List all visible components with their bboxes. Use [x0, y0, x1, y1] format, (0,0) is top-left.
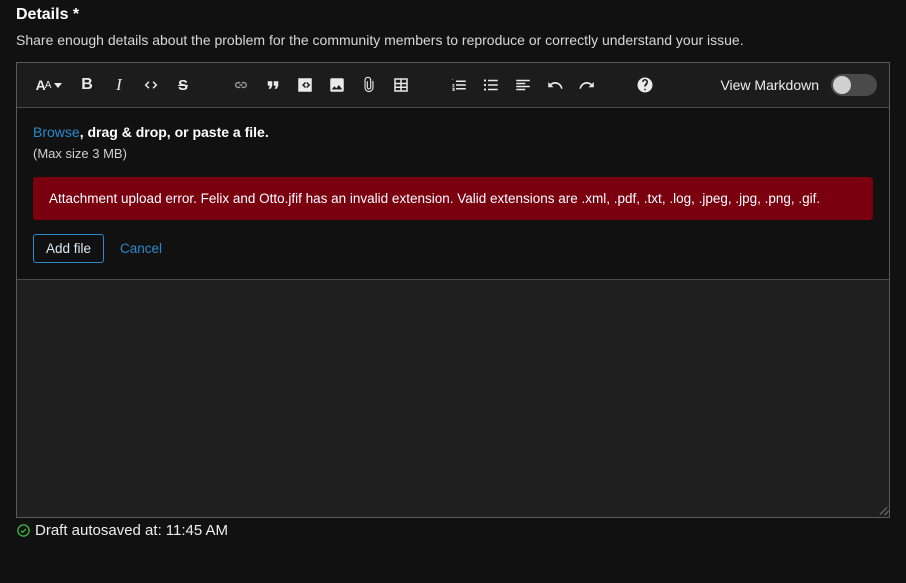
table-icon: [392, 76, 410, 94]
cancel-link[interactable]: Cancel: [120, 241, 162, 256]
resize-handle[interactable]: [875, 503, 887, 515]
link-icon: [232, 76, 250, 94]
link-button[interactable]: [227, 71, 255, 99]
autosave-prefix: Draft autosaved at:: [35, 522, 162, 539]
attachment-zone: Browse, drag & drop, or paste a file. (M…: [17, 108, 889, 280]
redo-icon: [578, 76, 596, 94]
help-button[interactable]: [631, 71, 659, 99]
attachment-button[interactable]: [355, 71, 383, 99]
chevron-down-icon: [54, 83, 62, 88]
section-title: Details *: [16, 6, 890, 24]
browse-link[interactable]: Browse: [33, 124, 80, 140]
autosave-time: 11:45 AM: [166, 522, 228, 539]
paperclip-icon: [360, 76, 378, 94]
code-block-icon: [296, 76, 314, 94]
editor-content-area[interactable]: [17, 280, 889, 517]
align-button[interactable]: [509, 71, 537, 99]
attachment-instructions: Browse, drag & drop, or paste a file.: [33, 124, 873, 140]
ordered-list-icon: [450, 76, 468, 94]
unordered-list-button[interactable]: [477, 71, 505, 99]
view-markdown-toggle[interactable]: [831, 74, 877, 96]
section-subtitle: Share enough details about the problem f…: [16, 30, 890, 50]
undo-icon: [546, 76, 564, 94]
autosave-status: Draft autosaved at: 11:45 AM: [16, 522, 890, 539]
quote-icon: [264, 76, 282, 94]
table-button[interactable]: [387, 71, 415, 99]
view-markdown-label: View Markdown: [720, 77, 819, 93]
strikethrough-button[interactable]: S: [169, 71, 197, 99]
attachment-rest-text: , drag & drop, or paste a file.: [80, 124, 269, 140]
upload-error-banner: Attachment upload error. Felix and Otto.…: [33, 177, 873, 220]
max-size-label: (Max size 3 MB): [33, 146, 873, 161]
font-size-button[interactable]: AA: [29, 71, 69, 99]
redo-button[interactable]: [573, 71, 601, 99]
image-icon: [328, 76, 346, 94]
bold-button[interactable]: B: [73, 71, 101, 99]
image-button[interactable]: [323, 71, 351, 99]
undo-button[interactable]: [541, 71, 569, 99]
code-block-button[interactable]: [291, 71, 319, 99]
code-icon: [142, 76, 160, 94]
code-button[interactable]: [137, 71, 165, 99]
align-icon: [514, 76, 532, 94]
italic-button[interactable]: I: [105, 71, 133, 99]
attachment-actions: Add file Cancel: [33, 234, 873, 263]
help-icon: [636, 76, 654, 94]
editor-toolbar: AA B I S: [17, 63, 889, 108]
ordered-list-button[interactable]: [445, 71, 473, 99]
toggle-knob: [833, 76, 851, 94]
add-file-button[interactable]: Add file: [33, 234, 104, 263]
unordered-list-icon: [482, 76, 500, 94]
editor-frame: AA B I S: [16, 62, 890, 518]
quote-button[interactable]: [259, 71, 287, 99]
check-circle-icon: [16, 523, 31, 538]
